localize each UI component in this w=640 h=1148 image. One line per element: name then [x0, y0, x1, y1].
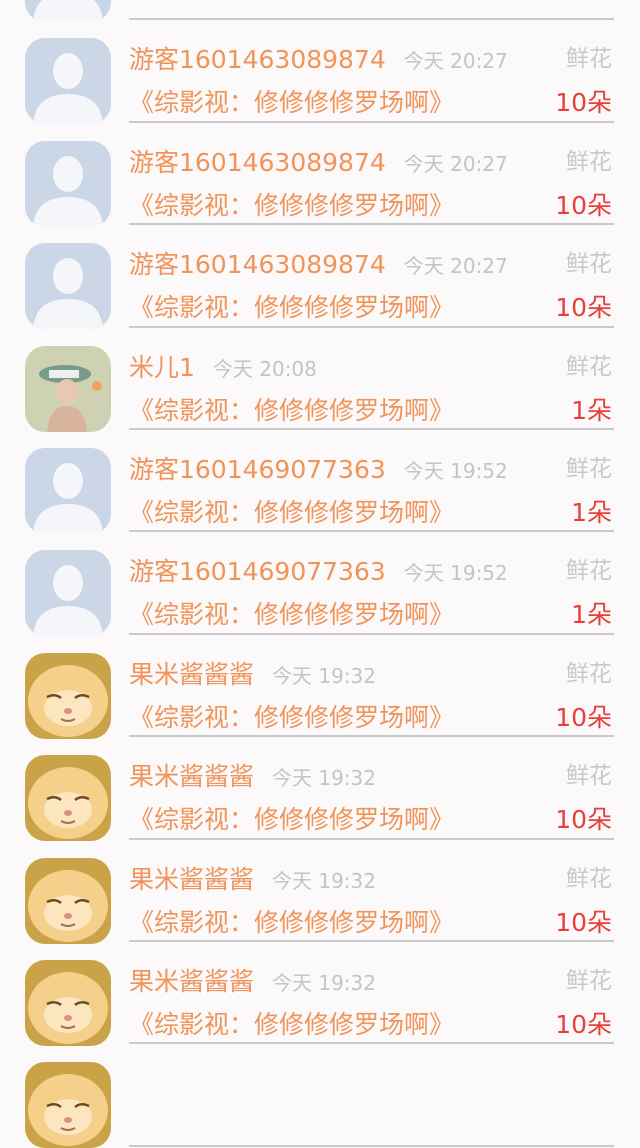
kitten-avatar-icon: [25, 755, 111, 842]
avatar[interactable]: [25, 38, 111, 125]
avatar[interactable]: [25, 959, 111, 1046]
gift-type: 鲜花: [566, 353, 612, 380]
divider: [129, 1144, 614, 1147]
gift-count: 10朵: [555, 190, 612, 220]
gift-type: 鲜花: [566, 763, 612, 790]
program-title: 《综影视：修修修修罗场啊》: [129, 1009, 455, 1039]
default-user-icon: [25, 38, 111, 125]
kitten-avatar-icon: [25, 959, 111, 1046]
avatar[interactable]: [25, 1062, 111, 1148]
sender-name: 游客1601463089874: [129, 250, 386, 280]
default-user-icon: [25, 243, 111, 330]
avatar[interactable]: [25, 755, 111, 842]
program-title: 《综影视：修修修修罗场啊》: [129, 88, 455, 118]
gift-count: 1朵: [571, 395, 612, 425]
program-title: 《综影视：修修修修罗场啊》: [129, 190, 455, 220]
list-item[interactable]: 米儿1 今天 20:08 鲜花 《综影视：修修修修罗场啊》 1朵: [0, 328, 640, 432]
gift-type: 鲜花: [566, 967, 612, 994]
gift-count: 10朵: [555, 1009, 612, 1039]
kitten-avatar-icon: [25, 652, 111, 739]
sender-name: 米儿1: [129, 352, 195, 382]
program-title: 《综影视：修修修修罗场啊》: [129, 805, 455, 835]
gift-type: 鲜花: [566, 251, 612, 278]
timestamp: 今天 20:27: [403, 49, 508, 74]
kitten-avatar-icon: [25, 857, 111, 944]
painting-avatar-icon: [25, 345, 111, 432]
avatar[interactable]: [25, 652, 111, 739]
timestamp: 今天 19:32: [272, 663, 376, 688]
avatar[interactable]: [25, 857, 111, 944]
gift-type: 鲜花: [566, 865, 612, 892]
list-item[interactable]: 果米酱酱酱 今天 19:32 鲜花 《综影视：修修修修罗场啊》 10朵: [0, 942, 640, 1046]
timestamp: 今天 19:52: [403, 458, 508, 483]
gift-type: 鲜花: [566, 148, 612, 175]
gift-count: 10朵: [555, 293, 612, 323]
list-item[interactable]: 游客1601463089874 今天 20:27 鲜花 《综影视：修修修修罗场啊…: [0, 123, 640, 227]
timestamp: 今天 20:27: [403, 254, 508, 279]
timestamp: 今天 19:52: [403, 561, 508, 586]
sender-name: 果米酱酱酱: [129, 659, 255, 689]
list-item[interactable]: 游客1601463089874 今天 20:27 鲜花 《综影视：修修修修罗场啊…: [0, 225, 640, 330]
list-item[interactable]: 游客1601463089874 今天 20:27 鲜花 《综影视：修修修修罗场啊…: [0, 20, 640, 125]
gift-type: 鲜花: [566, 558, 612, 585]
list-item[interactable]: 果米酱酱酱 今天 19:32 鲜花 《综影视：修修修修罗场啊》 10朵: [0, 840, 640, 944]
program-title: 《综影视：修修修修罗场啊》: [129, 395, 455, 425]
program-title: 《综影视：修修修修罗场啊》: [129, 497, 455, 527]
gift-count: 10朵: [555, 805, 612, 835]
timestamp: 今天 19:32: [272, 868, 376, 893]
timestamp: 今天 20:27: [403, 151, 508, 176]
avatar[interactable]: [25, 550, 111, 637]
program-title: 《综影视：修修修修罗场啊》: [129, 600, 455, 630]
sender-name: 果米酱酱酱: [129, 966, 255, 996]
program-title: 《综影视：修修修修罗场啊》: [129, 907, 455, 937]
gift-type: 鲜花: [566, 46, 612, 73]
gift-count: 10朵: [555, 907, 612, 937]
timestamp: 今天 20:08: [212, 356, 317, 381]
list-item[interactable]: 游客1601469077363 今天 19:52 鲜花 《综影视：修修修修罗场啊…: [0, 430, 640, 534]
avatar[interactable]: [25, 447, 111, 534]
kitten-avatar-icon: [25, 1062, 111, 1148]
gift-type: 鲜花: [566, 455, 612, 482]
timestamp: 今天 19:32: [272, 766, 376, 791]
default-user-icon: [25, 447, 111, 534]
default-user-icon: [25, 140, 111, 227]
program-title: 《综影视：修修修修罗场啊》: [129, 293, 455, 323]
list-item[interactable]: 果米酱酱酱 今天 19:32 鲜花 《综影视：修修修修罗场啊》 10朵: [0, 737, 640, 842]
gift-count: 1朵: [571, 600, 612, 630]
gift-count: 10朵: [555, 702, 612, 732]
avatar[interactable]: [25, 243, 111, 330]
default-user-icon: [25, 0, 111, 22]
sender-name: 游客1601463089874: [129, 147, 386, 177]
sender-name: 果米酱酱酱: [129, 864, 255, 894]
sender-name: 游客1601463089874: [129, 45, 386, 75]
list-item[interactable]: [0, 0, 640, 22]
list-item[interactable]: 果米酱酱酱 今天 19:32 鲜花 《综影视：修修修修罗场啊》 10朵: [0, 635, 640, 739]
gift-list: 游客1601463089874 今天 20:27 鲜花 《综影视：修修修修罗场啊…: [0, 0, 640, 1148]
gift-type: 鲜花: [566, 660, 612, 687]
timestamp: 今天 19:32: [272, 970, 376, 995]
avatar[interactable]: [25, 140, 111, 227]
default-user-icon: [25, 550, 111, 637]
sender-name: 游客1601469077363: [129, 454, 386, 484]
gift-count: 1朵: [571, 497, 612, 527]
sender-name: 游客1601469077363: [129, 557, 386, 587]
avatar[interactable]: [25, 345, 111, 432]
gift-count: 10朵: [555, 88, 612, 118]
sender-name: 果米酱酱酱: [129, 762, 255, 792]
avatar[interactable]: [25, 0, 111, 22]
list-item[interactable]: [0, 1044, 640, 1148]
list-item[interactable]: 游客1601469077363 今天 19:52 鲜花 《综影视：修修修修罗场啊…: [0, 532, 640, 637]
program-title: 《综影视：修修修修罗场啊》: [129, 702, 455, 732]
